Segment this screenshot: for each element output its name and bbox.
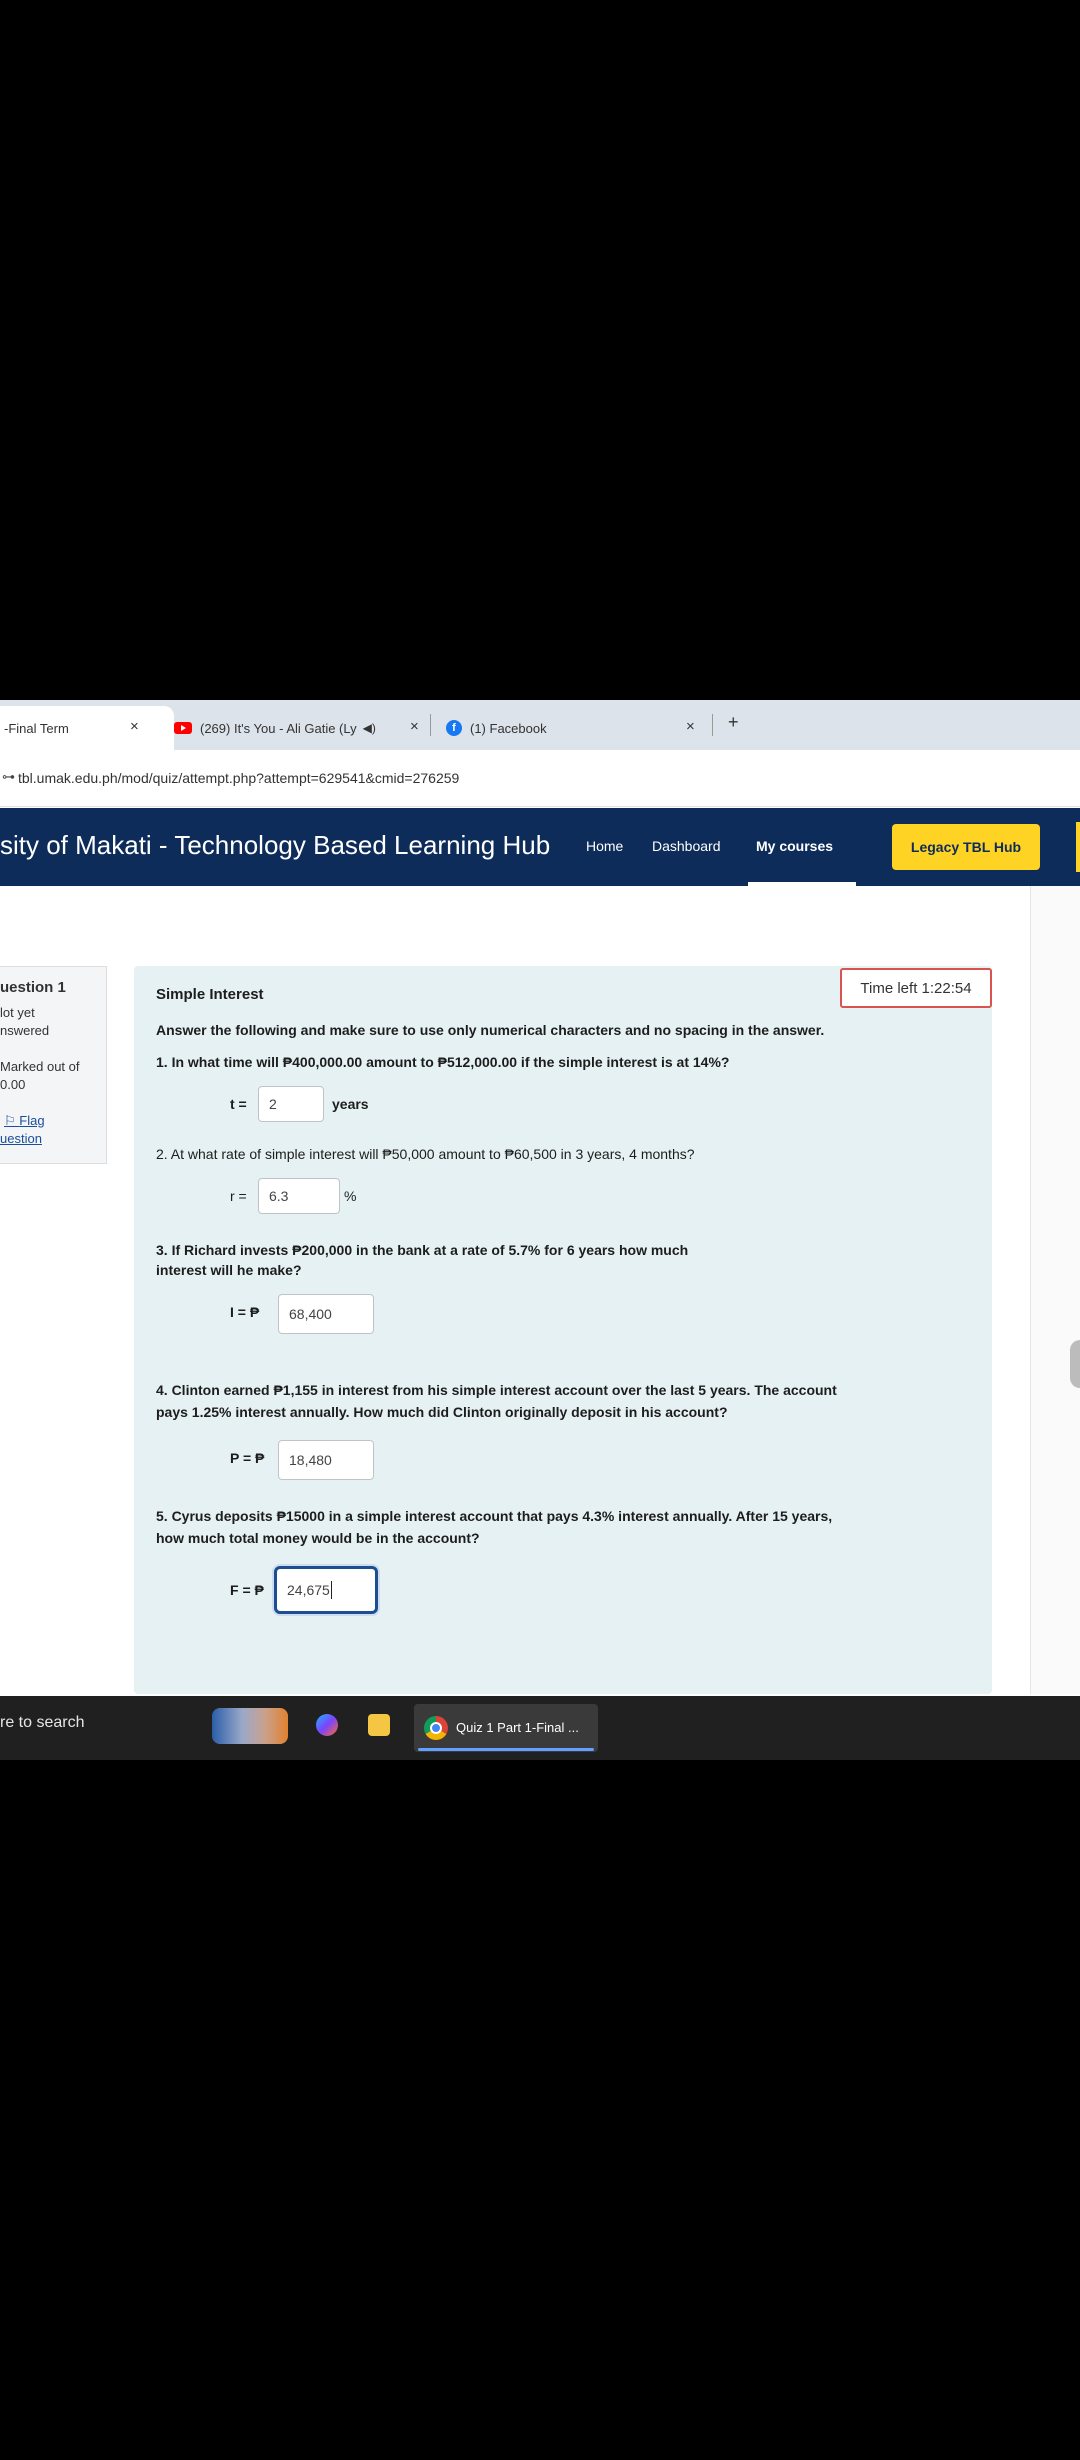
q2-label: r = [230,1188,247,1204]
tab-close-icon[interactable]: × [410,718,419,735]
q2-answer-input[interactable]: 6.3 [258,1178,340,1214]
copilot-icon[interactable] [316,1714,338,1736]
tab-final-term[interactable]: -Final Term [0,706,174,750]
site-title[interactable]: sity of Makati - Technology Based Learni… [0,830,550,861]
site-info-icon[interactable]: ⊶ [2,769,15,785]
nav-home[interactable]: Home [586,838,623,854]
q3-label: I = ₱ [230,1304,260,1320]
right-gutter [1030,886,1080,1694]
url-text[interactable]: tbl.umak.edu.ph/mod/quiz/attempt.php?att… [18,770,459,786]
widgets-icon[interactable] [212,1708,288,1744]
quiz-instruction: Answer the following and make sure to us… [156,1022,825,1038]
chrome-window-label: Quiz 1 Part 1-Final ... [456,1720,579,1735]
active-window-indicator [418,1748,594,1751]
file-explorer-icon[interactable] [368,1714,390,1736]
q3-answer-input[interactable]: 68,400 [278,1294,374,1334]
chrome-icon [424,1716,448,1740]
nav-my-courses[interactable]: My courses [756,838,833,854]
facebook-icon: f [446,720,462,736]
q5-label: F = ₱ [230,1582,264,1598]
tab-divider [712,714,713,736]
text-caret [330,1581,332,1599]
q1-answer-input[interactable]: 2 [258,1086,324,1122]
q5-answer-input[interactable]: 24,675 [274,1566,378,1614]
new-tab-button[interactable]: + [728,712,739,733]
tab-divider [430,714,431,736]
question-info-box: uestion 1 lot yet nswered Marked out of … [0,966,107,1164]
nav-dashboard[interactable]: Dashboard [652,838,721,854]
question-3-text-cont: interest will he make? [156,1262,302,1278]
q1-suffix: years [332,1096,369,1112]
question-number: uestion 1 [0,979,66,996]
question-status-cont: nswered [0,1023,50,1038]
question-2-text: 2. At what rate of simple interest will … [156,1146,695,1162]
audio-icon[interactable]: ◀) [363,721,376,735]
site-navbar: sity of Makati - Technology Based Learni… [0,808,1080,886]
browser-tab-strip: -Final Term × (269) It's You - Ali Gatie… [0,700,1080,750]
tab-close-icon[interactable]: × [130,718,139,735]
q2-suffix: % [344,1188,357,1204]
question-3-text: 3. If Richard invests ₱200,000 in the ba… [156,1242,689,1258]
question-5-text-cont: how much total money would be in the acc… [156,1530,480,1546]
taskbar-search[interactable]: re to search [0,1714,84,1732]
tab-label: (1) Facebook [470,720,547,736]
q4-answer-input[interactable]: 18,480 [278,1440,374,1480]
marked-out-of: Marked out of [0,1059,80,1074]
flag-question-link[interactable]: ⚐ Flag [4,1113,45,1129]
taskbar: re to search Quiz 1 Part 1-Final ... [0,1696,1080,1760]
screenshot-area: -Final Term × (269) It's You - Ali Gatie… [0,700,1080,1760]
tab-label: (269) It's You - Ali Gatie (Ly [200,720,357,736]
scroll-knob[interactable] [1070,1340,1080,1388]
youtube-icon [174,722,192,734]
question-5-text: 5. Cyrus deposits ₱15000 in a simple int… [156,1508,833,1524]
timer: Time left 1:22:54 [840,968,992,1008]
question-1-text: 1. In what time will ₱400,000.00 amount … [156,1054,730,1070]
marked-value: 0.00 [0,1077,26,1092]
chrome-taskbar-item[interactable]: Quiz 1 Part 1-Final ... [414,1704,598,1752]
q4-label: P = ₱ [230,1450,265,1466]
flag-question-link-cont[interactable]: uestion [0,1131,42,1146]
flag-icon: ⚐ [4,1113,20,1128]
tab-facebook[interactable]: f (1) Facebook [446,706,706,750]
question-panel: Time left 1:22:54 Simple Interest Answer… [134,966,992,1694]
tab-label: -Final Term [4,720,69,736]
nav-edge-button[interactable] [1076,822,1080,872]
tab-close-icon[interactable]: × [686,718,695,735]
question-4-text: 4. Clinton earned ₱1,155 in interest fro… [156,1382,837,1398]
q1-label: t = [230,1096,247,1112]
quiz-heading: Simple Interest [156,986,264,1003]
tab-youtube[interactable]: (269) It's You - Ali Gatie (Ly ◀) [170,706,444,750]
legacy-tbl-hub-button[interactable]: Legacy TBL Hub [892,824,1040,870]
question-4-text-cont: pays 1.25% interest annually. How much d… [156,1404,728,1420]
question-status: lot yet [0,1005,35,1020]
address-bar[interactable]: ⊶ tbl.umak.edu.ph/mod/quiz/attempt.php?a… [0,750,1080,807]
